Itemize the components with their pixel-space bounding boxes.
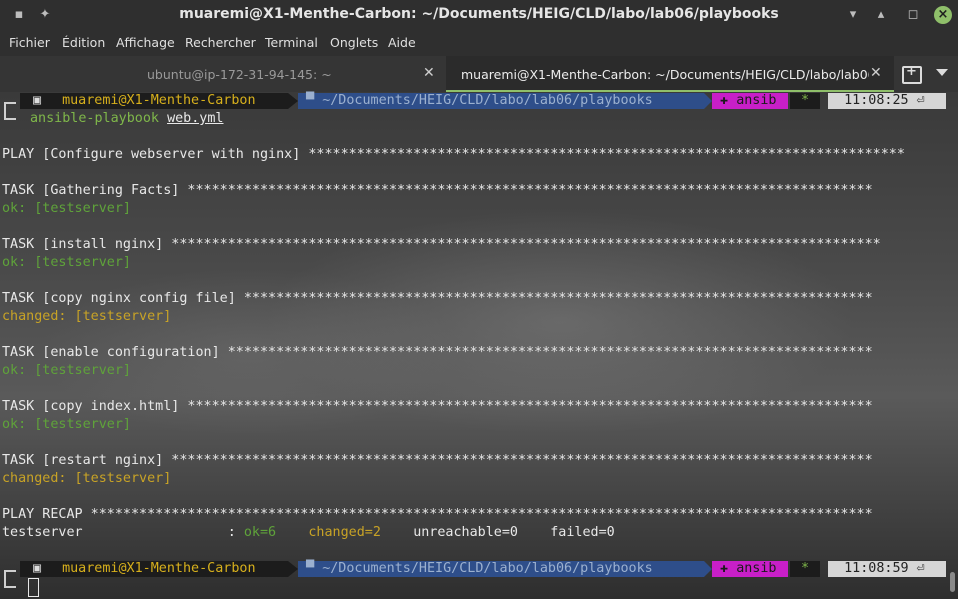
terminal-icon: ▣ [20,561,54,577]
prompt-git: ✚ ansib [712,93,788,109]
tab-bar: ubuntu@ip-172-31-94-145: ~ ✕ muaremi@X1-… [0,56,958,93]
prompt-corner [4,102,16,120]
tab-close-icon[interactable]: ✕ [423,65,435,81]
output-line: changed: [testserver] [2,309,172,324]
title-bar: ▪ ✦ muaremi@X1-Menthe-Carbon: ~/Document… [0,0,958,30]
prompt-star: * [790,93,820,109]
new-tab-icon[interactable] [902,64,922,84]
tab-close-icon[interactable]: ✕ [870,65,882,81]
maximize-icon[interactable]: ▴ [872,6,890,24]
prompt-time: 11:08:25 ⏎ [828,93,946,109]
tab-ubuntu[interactable]: ubuntu@ip-172-31-94-145: ~ ✕ [0,56,446,92]
segment-arrow [704,93,712,109]
prompt-corner [4,570,16,588]
tab-label: ubuntu@ip-172-31-94-145: ~ [147,67,332,82]
output-line: changed: [testserver] [2,471,172,486]
window-title: muaremi@X1-Menthe-Carbon: ~/Documents/HE… [179,6,779,22]
prompt-dir: ▀ ~/Documents/HEIG/CLD/labo/lab06/playbo… [298,93,704,109]
menu-aide[interactable]: Aide [388,35,416,50]
prompt-line: ▣ muaremi@X1-Menthe-Carbon ▀ ~/Documents… [0,561,958,577]
menu-affichage[interactable]: Affichage [116,35,175,50]
prompt-dir: ▀ ~/Documents/HEIG/CLD/labo/lab06/playbo… [298,561,704,577]
prompt-user: muaremi@X1-Menthe-Carbon [54,561,288,577]
output-line: ok: [testserver] [2,363,131,378]
recap-line: testserver : ok=6 changed=2 unreachable=… [2,525,615,540]
restore-icon[interactable]: ◻ [904,6,922,24]
menu-fichier[interactable]: Fichier [9,35,50,50]
prompt-user: muaremi@X1-Menthe-Carbon [54,93,288,109]
menu-terminal[interactable]: Terminal [265,35,318,50]
output-line: TASK [restart nginx] *******************… [2,453,873,468]
prompt-git: ✚ ansib [712,561,788,577]
output-line: ok: [testserver] [2,201,131,216]
output-line: PLAY RECAP *****************************… [2,507,873,522]
menu-onglets[interactable]: Onglets [330,35,378,50]
menu-edition[interactable]: Édition [62,35,105,50]
prompt-time: 11:08:59 ⏎ [828,561,946,577]
chevron-down-icon[interactable] [936,69,948,76]
tab-label: muaremi@X1-Menthe-Carbon: ~/Documents/HE… [461,67,869,82]
prompt-line: ▣ muaremi@X1-Menthe-Carbon ▀ ~/Documents… [0,93,958,109]
scrollbar[interactable] [950,572,955,592]
terminal-icon: ▣ [20,93,54,109]
tab-local[interactable]: muaremi@X1-Menthe-Carbon: ~/Documents/HE… [446,56,894,92]
terminal-area[interactable]: ▣ muaremi@X1-Menthe-Carbon ▀ ~/Documents… [0,92,958,599]
output-line: TASK [Gathering Facts] *****************… [2,183,873,198]
minimize-icon[interactable]: ▾ [844,6,862,24]
output-line: TASK [enable configuration] ************… [2,345,873,360]
prompt-star: * [790,561,820,577]
output-line: ok: [testserver] [2,417,131,432]
menu-bar: Fichier Édition Affichage Rechercher Ter… [0,30,958,56]
close-icon[interactable]: × [934,6,952,24]
segment-arrow [288,561,298,577]
segment-arrow [288,93,298,109]
menu-rechercher[interactable]: Rechercher [185,35,256,50]
output-line: TASK [install nginx] *******************… [2,237,881,252]
output-line: ok: [testserver] [2,255,131,270]
segment-arrow [704,561,712,577]
output-line: TASK [copy index.html] *****************… [2,399,873,414]
text-cursor[interactable] [28,578,39,597]
output-line: TASK [copy nginx config file] **********… [2,291,873,306]
output-line: PLAY [Configure webserver with nginx] **… [2,147,905,162]
command-line: ansible-playbook web.yml [30,111,224,126]
